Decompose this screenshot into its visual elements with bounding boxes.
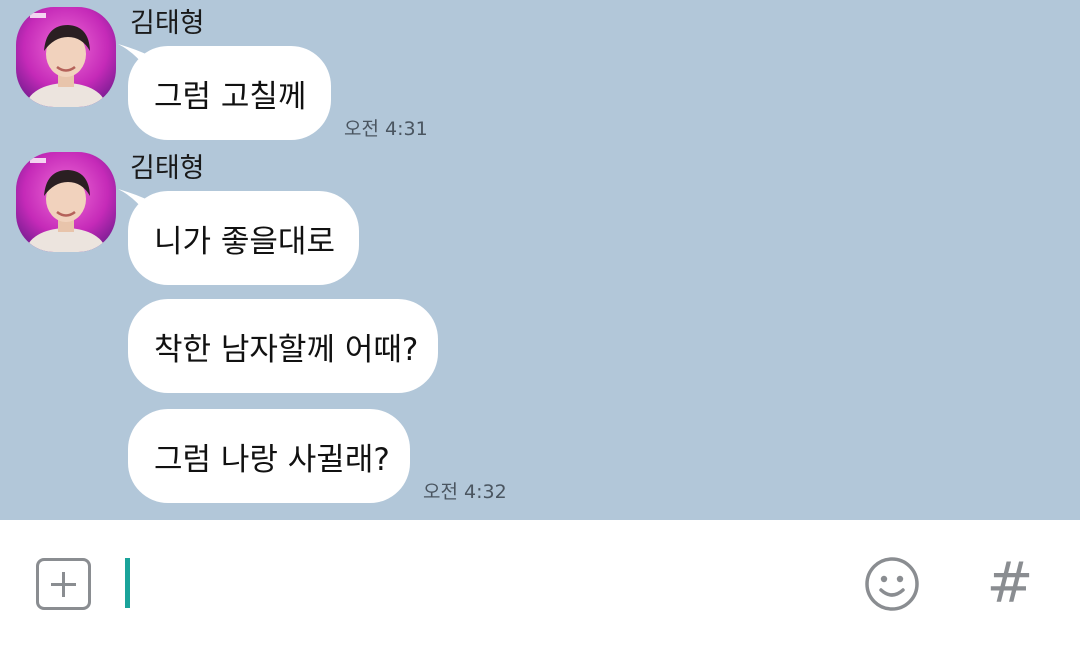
message-bubble[interactable]: 니가 좋을대로	[128, 191, 359, 285]
message-text: 착한 남자할께 어때?	[154, 331, 419, 368]
message-time: 오전 4:31	[344, 118, 428, 140]
message-input[interactable]	[120, 550, 820, 616]
message-bubble[interactable]: 그럼 고칠께	[128, 46, 331, 140]
avatar[interactable]	[16, 7, 116, 107]
sender-name: 김태형	[130, 8, 205, 39]
message-time: 오전 4:32	[423, 481, 507, 503]
message-bubble[interactable]: 그럼 나랑 사귈래?	[128, 409, 410, 503]
sender-name: 김태형	[130, 153, 205, 184]
message-text: 그럼 나랑 사귈래?	[154, 441, 390, 478]
message-text: 그럼 고칠께	[154, 78, 307, 115]
message-text: 니가 좋을대로	[154, 223, 335, 260]
plus-square-icon[interactable]	[36, 558, 91, 610]
hashtag-button[interactable]: #	[983, 550, 1037, 616]
profile-photo-icon	[16, 152, 116, 252]
avatar[interactable]	[16, 152, 116, 252]
text-cursor	[125, 558, 130, 608]
message-bubble[interactable]: 착한 남자할께 어때?	[128, 299, 438, 393]
chat-area: 김태형 그럼 고칠께 오전 4:31 김태형 니가 좋을대로 착한 남자할께 어…	[0, 0, 1080, 520]
message-input-bar: #	[0, 520, 1080, 647]
smiley-icon[interactable]	[862, 556, 922, 612]
profile-photo-icon	[16, 7, 116, 107]
